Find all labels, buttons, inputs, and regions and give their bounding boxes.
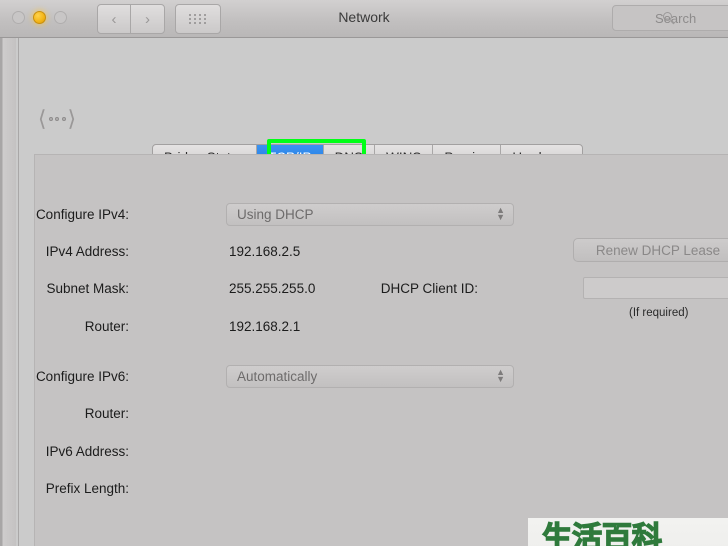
ipv4-router-value: 192.168.2.1 — [229, 319, 301, 334]
renew-dhcp-lease-button[interactable]: Renew DHCP Lease — [573, 238, 728, 262]
search-icon — [663, 12, 672, 21]
dhcp-client-id-label: DHCP Client ID: — [380, 281, 478, 296]
ipv4-address-label: IPv4 Address: — [45, 244, 129, 259]
ipv6-address-label: IPv6 Address: — [45, 444, 129, 459]
network-preferences-window: ‹ › Network Search ⟨ ⟩ Bridge Status — [0, 0, 728, 546]
search-placeholder: Search — [655, 10, 697, 26]
prefix-length-label: Prefix Length: — [45, 481, 129, 496]
watermark: 生活百科 www.bimeiz.com — [528, 518, 728, 546]
ipv6-router-label: Router: — [84, 406, 129, 421]
window-body: ⟨ ⟩ Bridge Status TCP/IP DNS WINS Proxie… — [0, 38, 728, 546]
chevron-left-icon: ⟨ — [37, 106, 47, 131]
configure-ipv6-label: Configure IPv6: — [35, 369, 129, 384]
configure-ipv6-dropdown[interactable]: Automatically ▲ ▼ — [226, 365, 514, 388]
dhcp-client-id-input[interactable] — [583, 277, 728, 299]
window-titlebar: ‹ › Network Search — [0, 0, 728, 38]
chevron-updown-icon: ▲ ▼ — [496, 205, 505, 222]
subnet-mask-value: 255.255.255.0 — [229, 281, 316, 296]
dots-icon — [48, 117, 66, 121]
configure-ipv4-dropdown[interactable]: Using DHCP ▲ ▼ — [226, 203, 514, 226]
subnet-mask-label: Subnet Mask: — [46, 281, 129, 296]
configure-ipv6-value: Automatically — [237, 369, 318, 384]
chevron-updown-icon: ▲ ▼ — [496, 367, 505, 384]
chevron-right-icon: ⟩ — [67, 106, 77, 131]
configure-ipv4-value: Using DHCP — [237, 207, 314, 222]
configure-ipv4-label: Configure IPv4: — [35, 207, 129, 222]
renew-dhcp-lease-label: Renew DHCP Lease — [595, 242, 721, 258]
ipv4-address-value: 192.168.2.5 — [229, 244, 301, 259]
dhcp-client-id-hint: (If required) — [629, 307, 689, 319]
bridge-interface-icon: ⟨ ⟩ — [34, 102, 80, 136]
tcpip-settings-panel: Configure IPv4: Using DHCP ▲ ▼ IPv4 Addre… — [34, 154, 728, 546]
ipv4-router-label: Router: — [84, 319, 129, 334]
watermark-characters: 生活百科 — [541, 521, 662, 546]
search-field[interactable]: Search — [612, 5, 728, 31]
